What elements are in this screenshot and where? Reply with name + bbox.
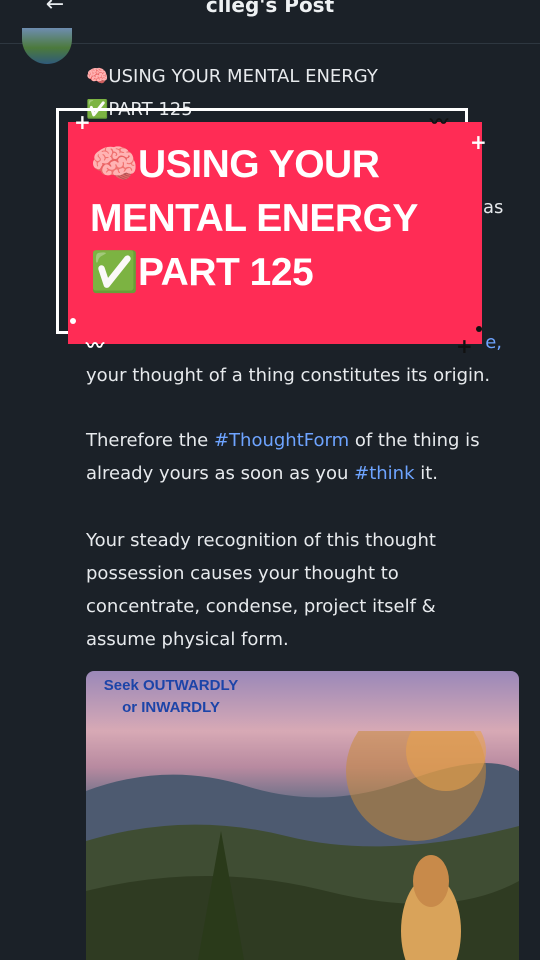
post-paragraph-3: Your steady recognition of this thought … — [86, 530, 436, 650]
hashtag-link[interactable]: e, — [485, 332, 502, 353]
banner-line-3: ✅PART 125 — [90, 251, 314, 294]
hashtag-think[interactable]: #think — [354, 463, 414, 484]
zigzag-icon: 〰 — [430, 112, 448, 133]
image-caption: Seek OUTWARDLY or INWARDLY — [86, 675, 256, 719]
post-heading-line1: 🧠USING YOUR MENTAL ENERGY — [86, 66, 378, 87]
plus-sparkle-icon: + — [470, 130, 487, 154]
plus-sparkle-icon: + — [456, 334, 473, 358]
image-caption-line2: or INWARDLY — [122, 699, 220, 716]
dot-icon — [476, 326, 482, 332]
banner-line-2: MENTAL ENERGY — [90, 197, 418, 240]
partial-text: as — [483, 197, 504, 218]
banner-line-1: 🧠USING YOUR — [90, 143, 380, 186]
banner-card: 🧠USING YOUR MENTAL ENERGY ✅PART 125 — [68, 122, 482, 344]
header-bar: ← clleg's Post — [0, 0, 540, 44]
title-banner: 🧠USING YOUR MENTAL ENERGY ✅PART 125 + + … — [56, 108, 487, 358]
paragraph2-text-a: Therefore the — [86, 430, 214, 451]
zigzag-icon: 〰 — [86, 336, 104, 357]
image-caption-line1: Seek OUTWARDLY — [103, 677, 239, 694]
paragraph1-line2: your thought of a thing constitutes its … — [86, 365, 491, 386]
dot-icon — [70, 318, 76, 324]
post-image[interactable]: Seek OUTWARDLY or INWARDLY — [86, 671, 519, 960]
landscape-illustration — [86, 731, 519, 960]
page-title: clleg's Post — [205, 0, 335, 17]
paragraph2-text-c: it. — [414, 463, 439, 484]
hashtag-thoughtform[interactable]: #ThoughtForm — [214, 430, 349, 451]
post-paragraph-2: Therefore the #ThoughtForm of the thing … — [86, 424, 516, 490]
post-screen: ← clleg's Post 🧠USING YOUR MENTAL ENERGY… — [0, 0, 540, 960]
plus-sparkle-icon: + — [74, 110, 91, 134]
avatar[interactable] — [22, 28, 72, 64]
